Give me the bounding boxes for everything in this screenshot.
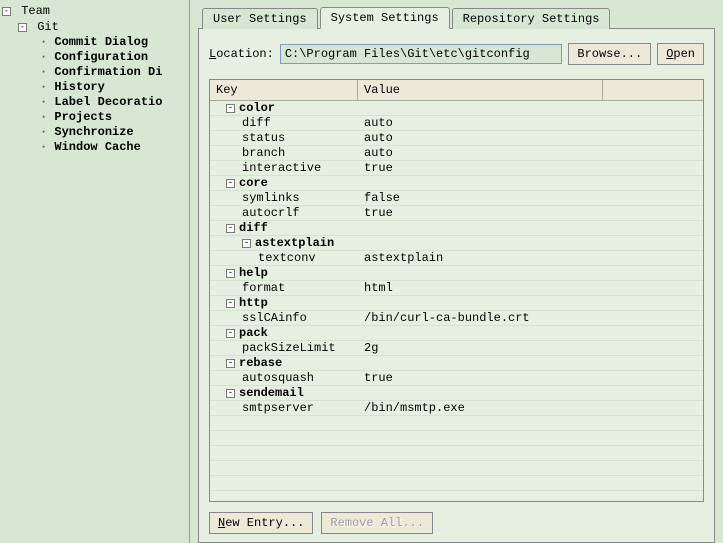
collapse-icon[interactable]: - bbox=[18, 23, 27, 32]
group-row-diff[interactable]: -diff bbox=[210, 221, 703, 236]
collapse-icon[interactable]: - bbox=[226, 389, 235, 398]
config-row-http-sslCAinfo[interactable]: sslCAinfo/bin/curl-ca-bundle.crt bbox=[210, 311, 703, 326]
config-row-rebase-autosquash[interactable]: autosquashtrue bbox=[210, 371, 703, 386]
group-row-help[interactable]: -help bbox=[210, 266, 703, 281]
collapse-icon[interactable]: - bbox=[226, 359, 235, 368]
open-button[interactable]: Open bbox=[657, 43, 704, 65]
table-body: -colordiffautostatusautobranchautointera… bbox=[210, 101, 703, 501]
new-entry-button[interactable]: New Entry... bbox=[209, 512, 313, 534]
tree-label: Team bbox=[21, 4, 50, 18]
nav-tree: - Team - Git Commit Dialog Configuration… bbox=[0, 0, 190, 543]
group-row-color[interactable]: -color bbox=[210, 101, 703, 116]
group-row-rebase[interactable]: -rebase bbox=[210, 356, 703, 371]
remove-all-button: Remove All... bbox=[321, 512, 433, 534]
main-panel: User Settings System Settings Repository… bbox=[190, 0, 723, 543]
tree-leaf-history[interactable]: History bbox=[34, 80, 187, 95]
tree-leaf-label-decoratio[interactable]: Label Decoratio bbox=[34, 95, 187, 110]
system-settings-panel: Location: Browse... Open Key Value -colo… bbox=[198, 28, 715, 543]
config-row-color-status[interactable]: statusauto bbox=[210, 131, 703, 146]
group-row-pack[interactable]: -pack bbox=[210, 326, 703, 341]
tab-user-settings[interactable]: User Settings bbox=[202, 8, 318, 29]
collapse-icon[interactable]: - bbox=[226, 104, 235, 113]
tree-leaf-confirmation[interactable]: Confirmation Di bbox=[34, 65, 187, 80]
config-table: Key Value -colordiffautostatusautobranch… bbox=[209, 79, 704, 502]
subgroup-row-astextplain[interactable]: -astextplain bbox=[210, 236, 703, 251]
tree-leaf-configuration[interactable]: Configuration bbox=[34, 50, 187, 65]
collapse-icon[interactable]: - bbox=[226, 299, 235, 308]
config-row-color-interactive[interactable]: interactivetrue bbox=[210, 161, 703, 176]
tree-leaf-window-cache[interactable]: Window Cache bbox=[34, 140, 187, 155]
tree-leaf-commit-dialog[interactable]: Commit Dialog bbox=[34, 35, 187, 50]
config-row-astextplain-textconv[interactable]: textconvastextplain bbox=[210, 251, 703, 266]
config-row-color-diff[interactable]: diffauto bbox=[210, 116, 703, 131]
collapse-icon[interactable]: - bbox=[226, 179, 235, 188]
location-row: Location: Browse... Open bbox=[209, 43, 704, 65]
collapse-icon[interactable]: - bbox=[2, 7, 11, 16]
location-label: Location: bbox=[209, 47, 274, 61]
config-row-sendemail-smtpserver[interactable]: smtpserver/bin/msmtp.exe bbox=[210, 401, 703, 416]
settings-tabs: User Settings System Settings Repository… bbox=[202, 6, 715, 28]
config-row-core-symlinks[interactable]: symlinksfalse bbox=[210, 191, 703, 206]
collapse-icon[interactable]: - bbox=[242, 239, 251, 248]
tree-node-git[interactable]: - Git bbox=[18, 20, 187, 36]
table-button-row: New Entry... Remove All... bbox=[209, 512, 704, 534]
tree-label: Git bbox=[37, 20, 59, 34]
collapse-icon[interactable]: - bbox=[226, 269, 235, 278]
location-input[interactable] bbox=[280, 44, 563, 64]
collapse-icon[interactable]: - bbox=[226, 224, 235, 233]
tree-leaf-synchronize[interactable]: Synchronize bbox=[34, 125, 187, 140]
group-row-sendemail[interactable]: -sendemail bbox=[210, 386, 703, 401]
col-key[interactable]: Key bbox=[210, 80, 358, 100]
group-row-core[interactable]: -core bbox=[210, 176, 703, 191]
col-spacer bbox=[603, 80, 703, 100]
group-row-http[interactable]: -http bbox=[210, 296, 703, 311]
tab-repository-settings[interactable]: Repository Settings bbox=[452, 8, 611, 29]
empty-row bbox=[210, 461, 703, 476]
empty-row bbox=[210, 416, 703, 431]
config-row-color-branch[interactable]: branchauto bbox=[210, 146, 703, 161]
tab-system-settings[interactable]: System Settings bbox=[320, 7, 450, 29]
config-row-core-autocrlf[interactable]: autocrlftrue bbox=[210, 206, 703, 221]
browse-button[interactable]: Browse... bbox=[568, 43, 651, 65]
empty-row bbox=[210, 446, 703, 461]
tree-node-team[interactable]: - Team bbox=[2, 4, 187, 20]
empty-row bbox=[210, 431, 703, 446]
collapse-icon[interactable]: - bbox=[226, 329, 235, 338]
tree-leaf-projects[interactable]: Projects bbox=[34, 110, 187, 125]
config-row-help-format[interactable]: formathtml bbox=[210, 281, 703, 296]
empty-row bbox=[210, 476, 703, 491]
table-header: Key Value bbox=[210, 80, 703, 101]
config-row-pack-packSizeLimit[interactable]: packSizeLimit2g bbox=[210, 341, 703, 356]
col-value[interactable]: Value bbox=[358, 80, 603, 100]
